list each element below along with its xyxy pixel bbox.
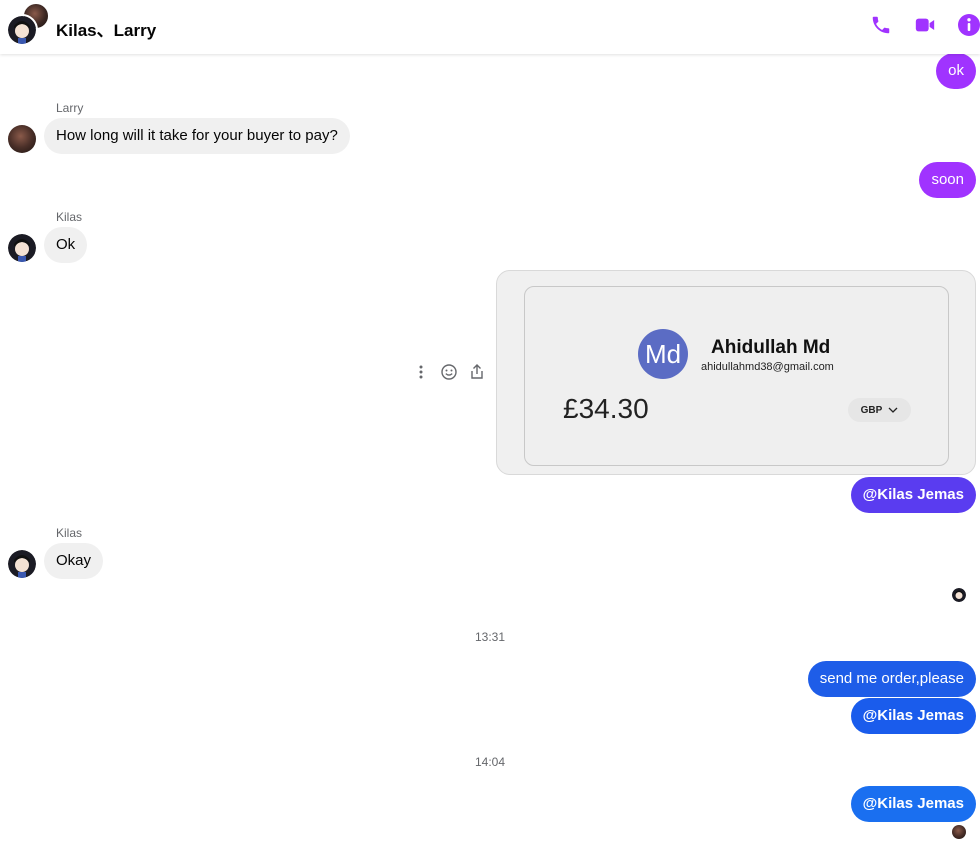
phone-icon[interactable] [868, 12, 894, 38]
share-icon[interactable] [467, 362, 487, 382]
incoming-message[interactable]: Ok [44, 227, 88, 263]
payment-amount: £34.30 [563, 393, 649, 424]
sender-name: Larry [56, 101, 84, 115]
payee-email: ahidullahmd38@gmail.com [701, 361, 834, 373]
timestamp-divider: 14:04 [474, 755, 506, 769]
payee-avatar: Md [638, 329, 688, 379]
emoji-reaction-icon[interactable] [439, 362, 459, 382]
outgoing-message[interactable]: ok [936, 53, 976, 89]
currency-select[interactable]: GBP [848, 398, 911, 422]
outgoing-mention-message[interactable]: @Kilas Jemas [850, 786, 976, 822]
video-camera-icon[interactable] [912, 12, 938, 38]
timestamp-divider: 13:31 [474, 630, 506, 644]
currency-label: GBP [860, 404, 883, 416]
payment-card-message[interactable]: Md Ahidullah Md ahidullahmd38@gmail.com … [496, 270, 976, 475]
chevron-down-icon [888, 407, 898, 413]
info-icon[interactable] [956, 12, 980, 38]
avatar-kilas[interactable] [8, 234, 36, 262]
incoming-message[interactable]: How long will it take for your buyer to … [44, 118, 350, 154]
payment-card[interactable]: Md Ahidullah Md ahidullahmd38@gmail.com … [524, 286, 949, 466]
read-receipt-avatar [952, 588, 966, 602]
payee-name: Ahidullah Md [711, 337, 831, 358]
avatar-kilas[interactable] [8, 550, 36, 578]
more-options-icon[interactable] [411, 362, 431, 382]
outgoing-message[interactable]: soon [919, 162, 976, 198]
outgoing-mention-message[interactable]: @Kilas Jemas [850, 698, 976, 734]
sender-name: Kilas [56, 526, 83, 540]
outgoing-mention-message[interactable]: @Kilas Jemas [850, 477, 976, 513]
avatar-larry[interactable] [8, 125, 36, 153]
group-avatar[interactable] [6, 2, 50, 46]
read-receipt-avatar [952, 825, 966, 839]
avatar-kilas [6, 14, 38, 46]
incoming-message[interactable]: Okay [44, 543, 104, 579]
conversation-header: Kilas、Larry [0, 0, 980, 54]
outgoing-message[interactable]: send me order,please [807, 661, 976, 697]
sender-name: Kilas [56, 210, 83, 224]
conversation-title[interactable]: Kilas、Larry [56, 16, 156, 41]
